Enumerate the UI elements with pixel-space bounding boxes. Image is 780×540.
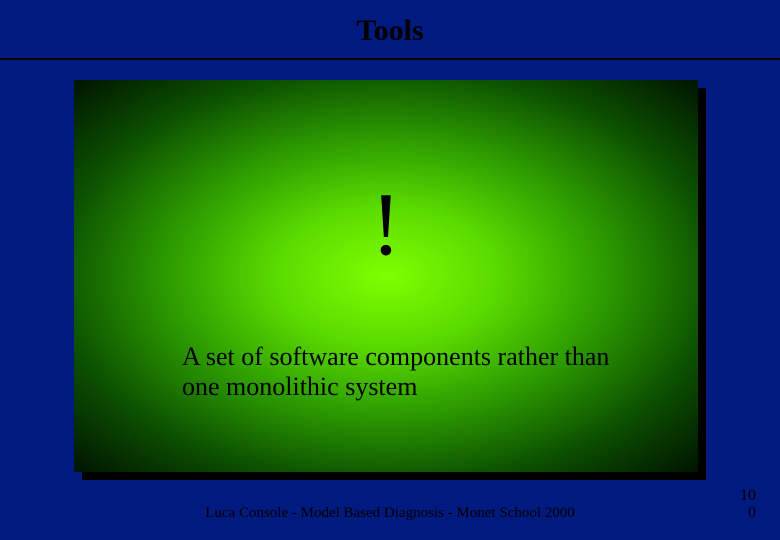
page-number-top: 10 — [740, 487, 756, 504]
page-number: 10 0 — [740, 488, 756, 522]
slide-footer: Luca Console - Model Based Diagnosis - M… — [0, 505, 780, 522]
content-body-text: A set of software components rather than… — [182, 342, 642, 402]
page-number-bottom: 0 — [748, 504, 756, 521]
title-divider — [0, 58, 780, 60]
exclamation-mark: ! — [74, 180, 698, 270]
content-box: ! A set of software components rather th… — [74, 80, 698, 472]
slide: Tools ! A set of software components rat… — [0, 0, 780, 540]
slide-title: Tools — [0, 14, 780, 48]
